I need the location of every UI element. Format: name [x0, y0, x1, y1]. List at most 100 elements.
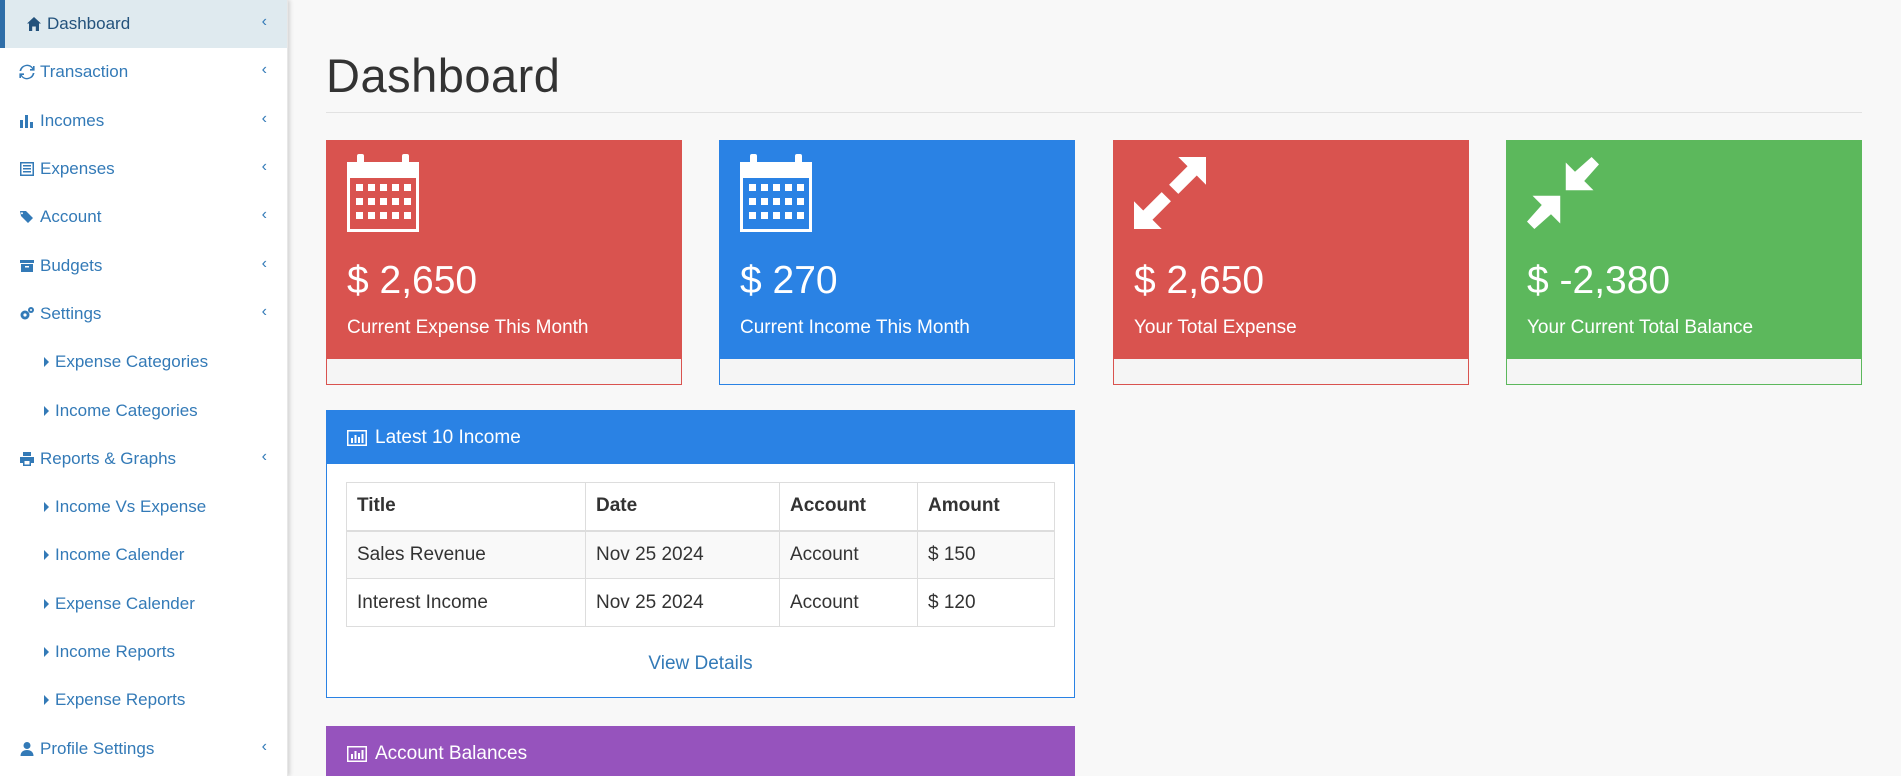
sidebar-item-label: Expenses — [40, 159, 115, 179]
sidebar-item-dashboard[interactable]: Dashboard ‹ — [0, 0, 287, 49]
compress-arrows-icon — [1527, 157, 1599, 229]
sidebar-item-label: Incomes — [40, 110, 105, 130]
panel-header: Account Balances — [327, 727, 1074, 776]
sidebar-subitem-expense-reports[interactable]: Expense Reports — [0, 676, 287, 724]
cell-date: Nov 25 2024 — [585, 530, 780, 579]
sidebar-subitem-label: Expense Categories — [55, 352, 209, 372]
card-label: Current Expense This Month — [347, 317, 589, 338]
panel-body: Title Date Account Amount Sales Revenue … — [327, 464, 1074, 697]
sidebar-item-label: Transaction — [40, 62, 129, 82]
income-table: Title Date Account Amount Sales Revenue … — [346, 482, 1055, 627]
cell-account: Account — [779, 530, 918, 579]
account-balances-panel: Account Balances — [326, 726, 1075, 776]
card-value: $ 2,650 — [347, 259, 478, 302]
chevron-left-icon: ‹ — [261, 61, 267, 79]
card-label: Current Income This Month — [740, 317, 970, 338]
tags-icon — [18, 208, 36, 226]
sidebar-subitem-label: Income Categories — [55, 400, 198, 420]
table-row: Sales Revenue Nov 25 2024 Account $ 150 — [346, 530, 1055, 579]
chevron-left-icon: ‹ — [261, 737, 267, 755]
sidebar-item-settings[interactable]: Settings ‹ — [0, 290, 287, 338]
cell-date: Nov 25 2024 — [585, 578, 780, 627]
table-header-row: Title Date Account Amount — [346, 482, 1055, 532]
cell-amount: $ 150 — [917, 530, 1055, 579]
card-value: $ 270 — [740, 259, 838, 302]
column-header-amount[interactable]: Amount — [917, 482, 1055, 532]
sidebar-subitem-label: Expense Calender — [55, 593, 195, 613]
panel-title: Latest 10 Income — [375, 426, 521, 448]
table-row: Interest Income Nov 25 2024 Account $ 12… — [346, 578, 1055, 627]
sidebar-subitem-income-reports[interactable]: Income Reports — [0, 628, 287, 676]
chevron-left-icon: ‹ — [261, 448, 267, 466]
sidebar-subitem-expense-calender[interactable]: Expense Calender — [0, 580, 287, 628]
sidebar-item-label: Profile Settings — [40, 738, 155, 758]
caret-right-icon — [44, 598, 49, 609]
refresh-icon — [18, 63, 36, 81]
sidebar-item-label: Dashboard — [47, 14, 131, 34]
calendar-icon — [740, 154, 812, 232]
print-icon — [18, 450, 36, 468]
stat-card-current-expense[interactable]: $ 2,650 Current Expense This Month — [326, 140, 682, 385]
sidebar-item-budgets[interactable]: Budgets ‹ — [0, 241, 287, 289]
home-icon — [25, 15, 43, 33]
sidebar-item-label: Settings — [40, 303, 102, 323]
sidebar-item-transaction[interactable]: Transaction ‹ — [0, 48, 287, 96]
sidebar-subitem-label: Expense Reports — [55, 690, 186, 710]
chevron-left-icon: ‹ — [261, 206, 267, 224]
column-header-date[interactable]: Date — [585, 482, 780, 532]
card-header: $ 2,650 Current Expense This Month — [327, 141, 681, 359]
chevron-left-icon: ‹ — [261, 13, 267, 31]
card-label: Your Current Total Balance — [1527, 317, 1754, 338]
bar-chart-icon — [347, 429, 367, 446]
sidebar-subitem-label: Income Reports — [55, 642, 175, 661]
cell-title: Interest Income — [346, 578, 586, 627]
caret-right-icon — [44, 647, 49, 657]
sidebar-item-account[interactable]: Account ‹ — [0, 193, 287, 241]
chevron-left-icon: ‹ — [261, 254, 267, 272]
caret-right-icon — [44, 550, 49, 561]
bar-chart-icon — [18, 112, 36, 130]
card-header: $ 2,650 Your Total Expense — [1114, 141, 1468, 359]
sidebar-item-label: Budgets — [40, 255, 103, 275]
column-header-title[interactable]: Title — [346, 482, 586, 532]
card-header: $ -2,380 Your Current Total Balance — [1507, 141, 1861, 359]
sidebar-item-expenses[interactable]: Expenses ‹ — [0, 145, 287, 193]
caret-right-icon — [44, 405, 49, 416]
sidebar-subitem-label: Income Vs Expense — [55, 497, 207, 517]
panel-header: Latest 10 Income — [327, 411, 1074, 464]
calendar-icon — [347, 154, 419, 232]
latest-income-panel: Latest 10 Income Title Date Account Amou… — [326, 410, 1075, 698]
sidebar-item-incomes[interactable]: Incomes ‹ — [0, 97, 287, 145]
sidebar-subitem-expense-categories[interactable]: Expense Categories — [0, 338, 287, 386]
panel-title: Account Balances — [375, 742, 528, 764]
cell-amount: $ 120 — [917, 578, 1055, 627]
caret-right-icon — [44, 357, 49, 368]
stat-card-current-income[interactable]: $ 270 Current Income This Month — [719, 140, 1075, 385]
column-header-account[interactable]: Account — [779, 482, 918, 532]
sidebar-item-reports-graphs[interactable]: Reports & Graphs ‹ — [0, 435, 287, 483]
stat-card-total-balance[interactable]: $ -2,380 Your Current Total Balance — [1506, 140, 1862, 385]
caret-right-icon — [44, 695, 49, 706]
view-details-link[interactable]: View Details — [346, 653, 1055, 675]
card-value: $ 2,650 — [1134, 259, 1265, 302]
cell-account: Account — [779, 578, 918, 627]
sidebar-subitem-income-calender[interactable]: Income Calender — [0, 531, 287, 579]
sidebar-subitem-income-categories[interactable]: Income Categories — [0, 386, 287, 434]
chevron-left-icon: ‹ — [261, 303, 267, 321]
list-alt-icon — [18, 160, 36, 178]
card-value: $ -2,380 — [1527, 259, 1671, 302]
chevron-left-icon: ‹ — [261, 158, 267, 176]
card-label: Your Total Expense — [1134, 317, 1297, 338]
card-header: $ 270 Current Income This Month — [720, 141, 1074, 359]
gears-icon — [18, 305, 36, 323]
cell-title: Sales Revenue — [346, 530, 586, 579]
sidebar-item-profile-settings[interactable]: Profile Settings ‹ — [0, 724, 287, 772]
stat-card-total-expense[interactable]: $ 2,650 Your Total Expense — [1113, 140, 1469, 385]
sidebar: Dashboard ‹ Transaction ‹ Incomes ‹ Expe… — [0, 0, 288, 776]
user-icon — [18, 740, 36, 758]
bar-chart-icon — [347, 745, 367, 762]
sidebar-subitem-label: Income Calender — [55, 545, 185, 565]
sidebar-item-label: Account — [40, 207, 102, 227]
sidebar-subitem-income-vs-expense[interactable]: Income Vs Expense — [0, 483, 287, 531]
expand-arrows-icon — [1134, 157, 1206, 229]
